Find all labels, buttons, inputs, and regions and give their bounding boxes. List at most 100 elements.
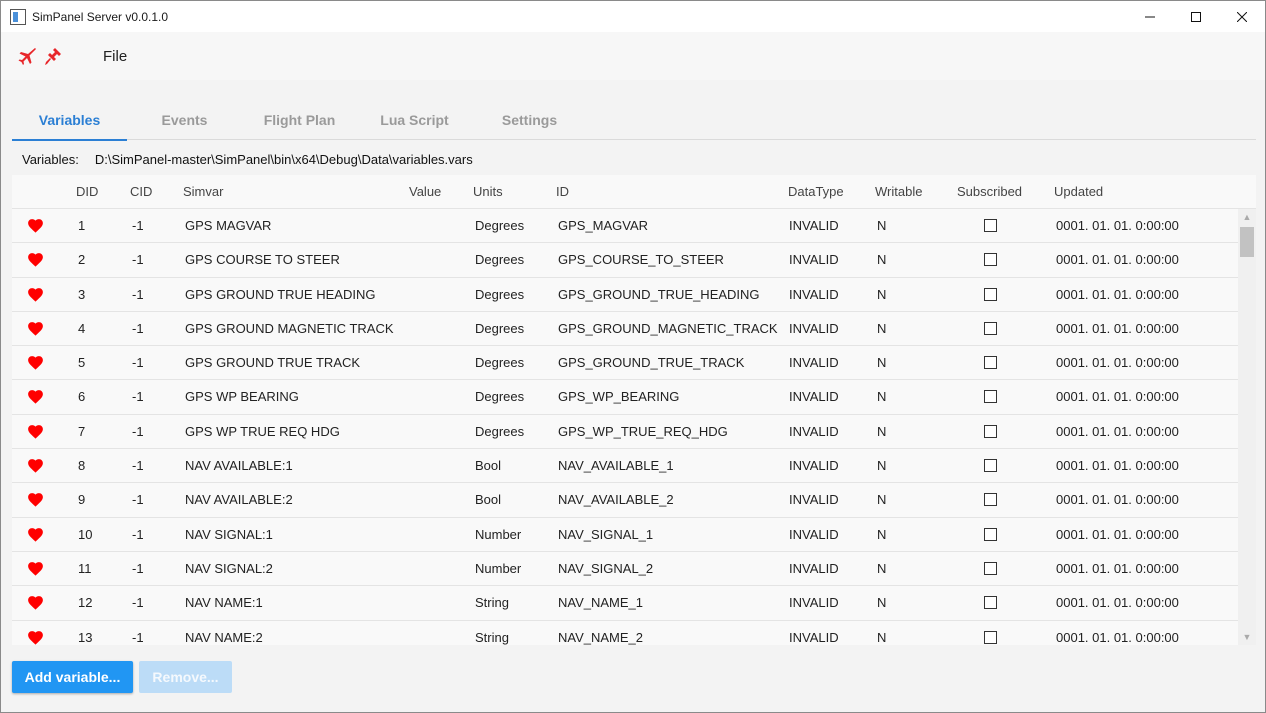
cell-writable: N <box>877 458 887 474</box>
column-header-subscribed[interactable]: Subscribed <box>957 175 1022 209</box>
cell-units: String <box>475 629 509 645</box>
heart-icon <box>28 596 43 610</box>
column-header-updated[interactable]: Updated <box>1054 175 1103 209</box>
cell-simvar: NAV SIGNAL:2 <box>185 560 273 576</box>
cell-datatype: INVALID <box>789 458 839 474</box>
window-controls <box>1127 1 1265 32</box>
cell-writable: N <box>877 389 887 405</box>
cell-cid: -1 <box>132 355 144 371</box>
table-row[interactable]: 12 -1 NAV NAME:1 String NAV_NAME_1 INVALID N 00… <box>12 586 1238 621</box>
cell-id: GPS_COURSE_TO_STEER <box>558 252 724 268</box>
cell-updated: 0001. 01. 01. 0:00:00 <box>1056 560 1179 576</box>
table-row[interactable]: 5 -1 GPS GROUND TRUE TRACK Degrees GPS_GROUN… <box>12 346 1238 381</box>
remove-button[interactable]: Remove... <box>139 661 232 693</box>
file-path: Variables: D:\SimPanel-master\SimPanel\b… <box>22 152 473 167</box>
cell-did: 9 <box>78 492 86 508</box>
maximize-icon[interactable] <box>1173 1 1219 32</box>
column-header-simvar[interactable]: Simvar <box>183 175 223 209</box>
cell-datatype: INVALID <box>789 595 839 611</box>
cell-updated: 0001. 01. 01. 0:00:00 <box>1056 526 1179 542</box>
cell-did: 12 <box>78 595 93 611</box>
subscribed-checkbox[interactable] <box>984 390 997 404</box>
table-row[interactable]: 9 -1 NAV AVAILABLE:2 Bool NAV_AVAILABLE_2 INV… <box>12 483 1238 518</box>
column-header-id[interactable]: ID <box>556 175 569 209</box>
table-row[interactable]: 1 -1 GPS MAGVAR Degrees GPS_MAGVAR INVALID N 00… <box>12 209 1238 244</box>
cell-id: NAV_NAME_1 <box>558 595 644 611</box>
cell-writable: N <box>877 595 887 611</box>
table-row[interactable]: 4 -1 GPS GROUND MAGNETIC TRACK Degrees GPS_G… <box>12 311 1238 347</box>
scrollbar-thumb[interactable] <box>1240 227 1254 257</box>
subscribed-checkbox[interactable] <box>984 459 997 473</box>
column-header-writable[interactable]: Writable <box>875 175 922 209</box>
minimize-icon[interactable] <box>1127 1 1173 32</box>
cell-units: Degrees <box>475 355 525 371</box>
tab-events[interactable]: Events <box>127 100 242 140</box>
cell-cid: -1 <box>132 423 144 439</box>
cell-writable: N <box>877 526 887 542</box>
heart-icon <box>28 356 43 370</box>
vertical-scrollbar[interactable]: ▲ ▼ <box>1238 209 1256 645</box>
cell-updated: 0001. 01. 01. 0:00:00 <box>1056 595 1179 611</box>
cell-simvar: GPS MAGVAR <box>185 218 272 233</box>
cell-units: Number <box>475 560 522 576</box>
table-row[interactable]: 6 -1 GPS WP BEARING Degrees GPS_WP_BEARING IN… <box>12 380 1238 415</box>
cell-updated: 0001. 01. 01. 0:00:00 <box>1056 218 1179 233</box>
subscribed-checkbox[interactable] <box>984 630 997 644</box>
column-header-did[interactable]: DID <box>76 175 98 209</box>
cell-simvar: NAV NAME:2 <box>185 629 263 645</box>
scroll-down-icon[interactable]: ▼ <box>1238 629 1256 645</box>
subscribed-checkbox[interactable] <box>984 527 997 541</box>
tab-settings[interactable]: Settings <box>472 100 587 140</box>
table-row[interactable]: 13 -1 NAV NAME:2 String NAV_NAME_2 INVALID N 00… <box>12 620 1238 645</box>
cell-cid: -1 <box>132 526 144 542</box>
subscribed-checkbox[interactable] <box>984 356 997 370</box>
cell-writable: N <box>877 252 887 268</box>
table-row[interactable]: 8 -1 NAV AVAILABLE:1 Bool NAV_AVAILABLE_1 INV… <box>12 449 1238 484</box>
tab-lua-script[interactable]: Lua Script <box>357 100 472 140</box>
airplane-icon[interactable] <box>15 44 39 68</box>
subscribed-checkbox[interactable] <box>984 287 997 301</box>
column-header-value[interactable]: Value <box>409 175 441 209</box>
cell-datatype: INVALID <box>789 389 839 405</box>
table-row[interactable]: 3 -1 GPS GROUND TRUE HEADING Degrees GPS_GRO… <box>12 277 1238 312</box>
subscribed-checkbox[interactable] <box>984 596 997 610</box>
subscribed-checkbox[interactable] <box>984 424 997 438</box>
column-header-units[interactable]: Units <box>473 175 503 209</box>
cell-simvar: NAV AVAILABLE:1 <box>185 458 293 474</box>
scroll-up-icon[interactable]: ▲ <box>1238 209 1256 225</box>
cell-id: GPS_MAGVAR <box>558 218 649 233</box>
cell-cid: -1 <box>132 458 144 474</box>
cell-units: Degrees <box>475 286 525 302</box>
table-row[interactable]: 7 -1 GPS WP TRUE REQ HDG Degrees GPS_WP_TRUE… <box>12 414 1238 450</box>
tab-variables[interactable]: Variables <box>12 100 127 141</box>
cell-cid: -1 <box>132 389 144 405</box>
table-row[interactable]: 11 -1 NAV SIGNAL:2 Number NAV_SIGNAL_2 INVALI… <box>12 551 1238 587</box>
cell-datatype: INVALID <box>789 355 839 371</box>
cell-writable: N <box>877 355 887 371</box>
table-row[interactable]: 10 -1 NAV SIGNAL:1 Number NAV_SIGNAL_1 INVALI… <box>12 517 1238 552</box>
close-icon[interactable] <box>1219 1 1265 32</box>
title-bar[interactable]: SimPanel Server v0.0.1.0 <box>1 1 1265 32</box>
table-body: 1 -1 GPS MAGVAR Degrees GPS_MAGVAR INVALID N 00… <box>12 209 1238 645</box>
subscribed-checkbox[interactable] <box>984 561 997 575</box>
table-row[interactable]: 2 -1 GPS COURSE TO STEER Degrees GPS_COURSE_… <box>12 243 1238 278</box>
column-header-datatype[interactable]: DataType <box>788 175 844 209</box>
add-variable-button[interactable]: Add variable... <box>12 661 133 693</box>
table-header: DID CID Simvar Value Units ID DataType W… <box>12 175 1256 209</box>
cell-cid: -1 <box>132 286 144 302</box>
cell-id: NAV_SIGNAL_2 <box>558 560 654 576</box>
cell-units: Degrees <box>475 252 525 268</box>
subscribed-checkbox[interactable] <box>984 253 997 267</box>
tab-flight-plan[interactable]: Flight Plan <box>242 100 357 140</box>
plug-icon[interactable] <box>41 44 65 68</box>
cell-id: NAV_AVAILABLE_1 <box>558 458 674 474</box>
cell-did: 7 <box>78 423 86 439</box>
subscribed-checkbox[interactable] <box>984 321 997 335</box>
cell-simvar: GPS WP TRUE REQ HDG <box>185 423 340 439</box>
subscribed-checkbox[interactable] <box>984 219 997 232</box>
column-header-cid[interactable]: CID <box>130 175 152 209</box>
subscribed-checkbox[interactable] <box>984 493 997 507</box>
cell-id: GPS_GROUND_TRUE_TRACK <box>558 355 745 371</box>
cell-updated: 0001. 01. 01. 0:00:00 <box>1056 629 1179 645</box>
menu-file[interactable]: File <box>95 44 135 69</box>
